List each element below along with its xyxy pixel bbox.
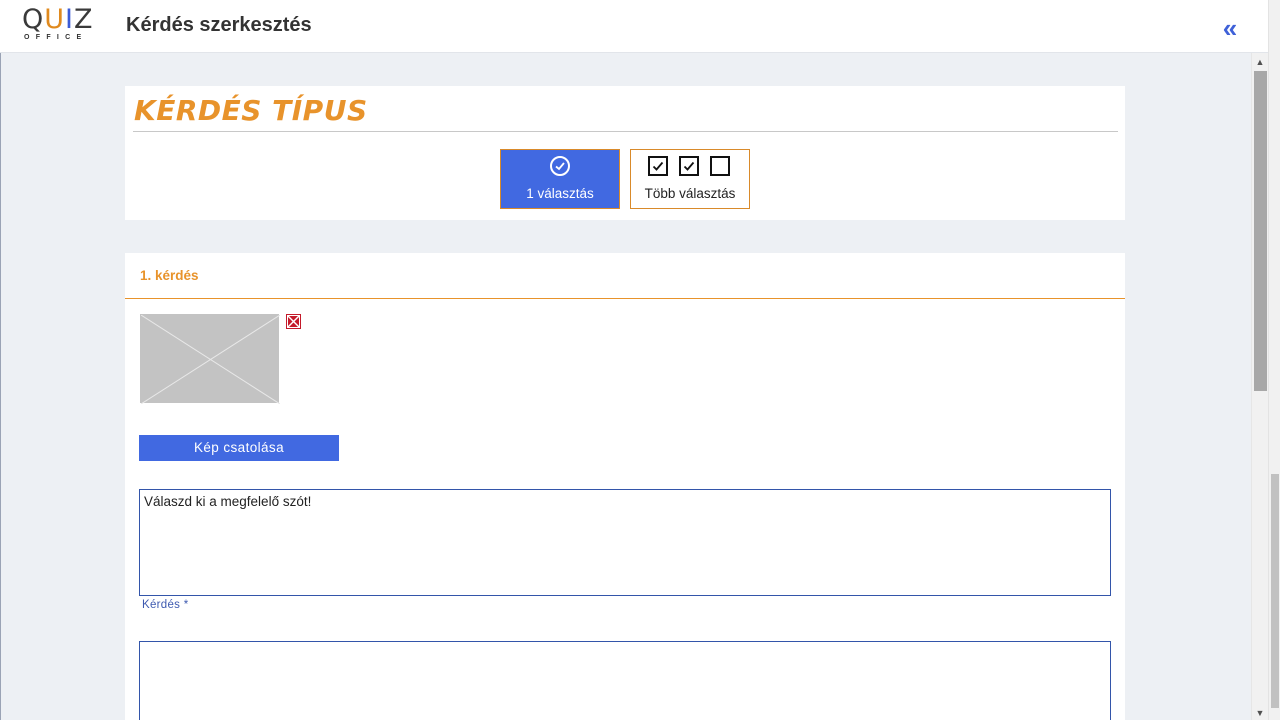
logo-letter: Q bbox=[22, 4, 45, 35]
left-border bbox=[0, 53, 1, 720]
logo-letter: U bbox=[44, 4, 66, 35]
logo-letter: Z bbox=[74, 4, 94, 35]
checkbox-empty-icon bbox=[710, 156, 730, 176]
question-field-label: Kérdés * bbox=[142, 599, 189, 611]
question-type-title: KÉRDÉS TÍPUS bbox=[134, 94, 368, 127]
question-type-card: KÉRDÉS TÍPUS 1 választás Több választás bbox=[125, 86, 1125, 220]
scroll-down-icon[interactable]: ▼ bbox=[1252, 706, 1268, 720]
logo-text: QUIZ bbox=[22, 5, 94, 35]
multiple-choice-button[interactable]: Több választás bbox=[630, 149, 750, 209]
divider bbox=[133, 131, 1118, 132]
question-header: 1. kérdés bbox=[140, 268, 199, 283]
double-chevron-left-icon[interactable]: « bbox=[1218, 15, 1242, 41]
answer-text-input[interactable] bbox=[139, 641, 1111, 720]
single-choice-label: 1 választás bbox=[526, 186, 594, 201]
multiple-choice-label: Több választás bbox=[644, 186, 736, 201]
divider bbox=[125, 298, 1125, 299]
checkbox-checked-icon bbox=[648, 156, 668, 176]
question-card: 1. kérdés Kép csatolása Válaszd ki a meg… bbox=[125, 253, 1125, 720]
page-title: Kérdés szerkesztés bbox=[126, 14, 312, 36]
quiz-office-logo[interactable]: QUIZ OFFICE bbox=[22, 5, 102, 43]
logo-subtext: OFFICE bbox=[24, 34, 88, 41]
checkbox-checked-icon bbox=[679, 156, 699, 176]
scrollbar-thumb[interactable] bbox=[1254, 71, 1267, 391]
top-bar: QUIZ OFFICE Kérdés szerkesztés « bbox=[0, 0, 1268, 53]
inner-scrollbar[interactable]: ▲ ▼ bbox=[1251, 53, 1268, 720]
single-choice-button[interactable]: 1 választás bbox=[500, 149, 620, 209]
check-circle-icon bbox=[550, 156, 570, 176]
page-scrollbar-thumb[interactable] bbox=[1271, 474, 1279, 708]
close-icon[interactable] bbox=[286, 314, 301, 329]
page-scrollbar[interactable] bbox=[1268, 0, 1280, 720]
logo-letter: I bbox=[65, 4, 74, 35]
attach-image-button[interactable]: Kép csatolása bbox=[139, 435, 339, 461]
scroll-up-icon[interactable]: ▲ bbox=[1252, 55, 1268, 69]
question-text-input[interactable]: Válaszd ki a megfelelő szót! bbox=[139, 489, 1111, 596]
image-placeholder-icon bbox=[140, 314, 281, 405]
